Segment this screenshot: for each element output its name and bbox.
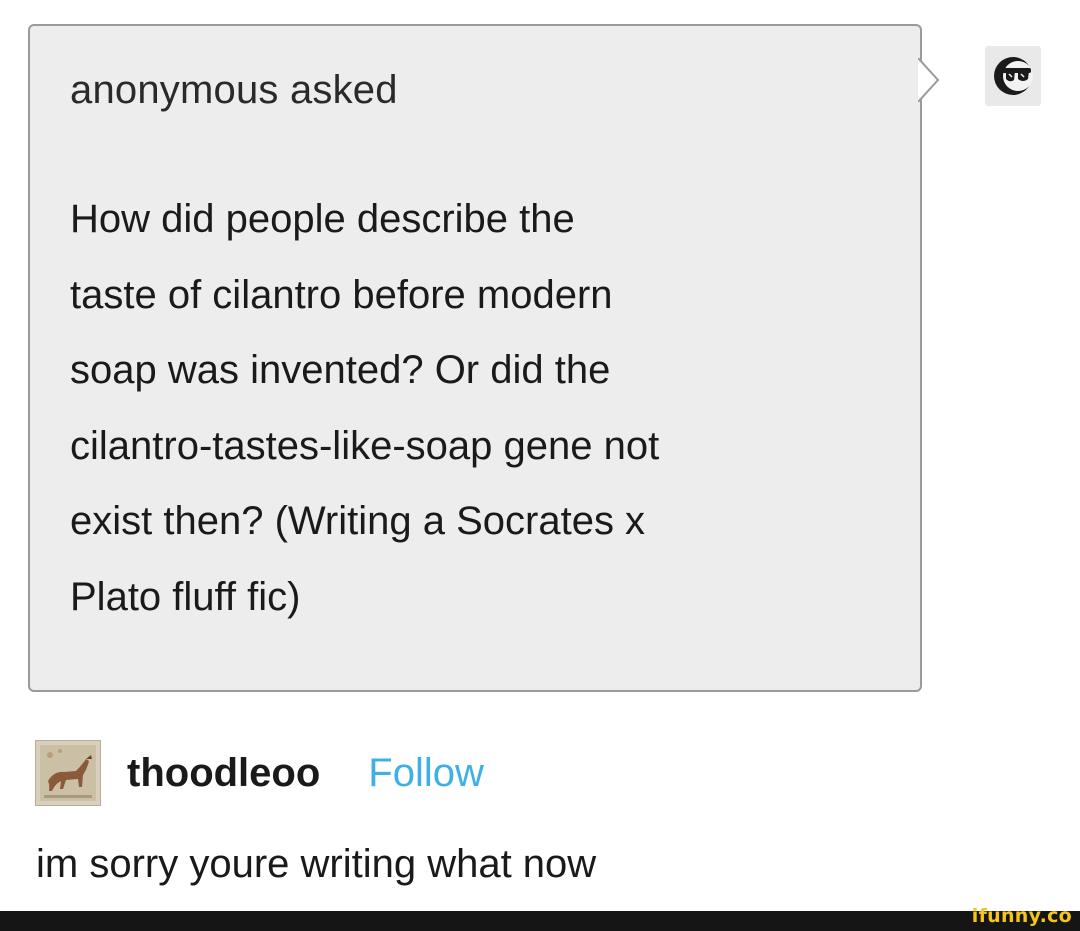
ask-bubble: anonymous asked How did people describe … xyxy=(28,24,922,692)
watermark-bar: ifunny.co xyxy=(0,905,1080,931)
answer-text: im sorry youre writing what now xyxy=(36,842,597,886)
ask-question: How did people describe the taste of cil… xyxy=(70,182,890,635)
question-line: soap was invented? Or did the xyxy=(70,348,611,392)
question-line: How did people describe the xyxy=(70,197,575,241)
question-line: exist then? (Writing a Socrates x xyxy=(70,499,646,543)
ifunny-watermark: ifunny.co xyxy=(971,905,1072,927)
horse-mosaic-avatar[interactable] xyxy=(35,740,101,806)
follow-button[interactable]: Follow xyxy=(368,751,484,796)
asker-name[interactable]: anonymous xyxy=(70,68,279,112)
question-line: Plato fluff fic) xyxy=(70,574,301,619)
anon-sunglasses-icon[interactable] xyxy=(985,46,1041,106)
answer-header: thoodleoo Follow xyxy=(35,740,484,806)
question-line: cilantro-tastes-like-soap gene not xyxy=(70,423,660,468)
ask-verb: asked xyxy=(289,68,398,112)
ask-header: anonymous asked xyxy=(70,68,398,113)
blog-name[interactable]: thoodleoo xyxy=(127,751,320,796)
question-line: taste of cilantro before modern xyxy=(70,272,613,317)
tumblr-post: anonymous asked How did people describe … xyxy=(0,0,1080,931)
